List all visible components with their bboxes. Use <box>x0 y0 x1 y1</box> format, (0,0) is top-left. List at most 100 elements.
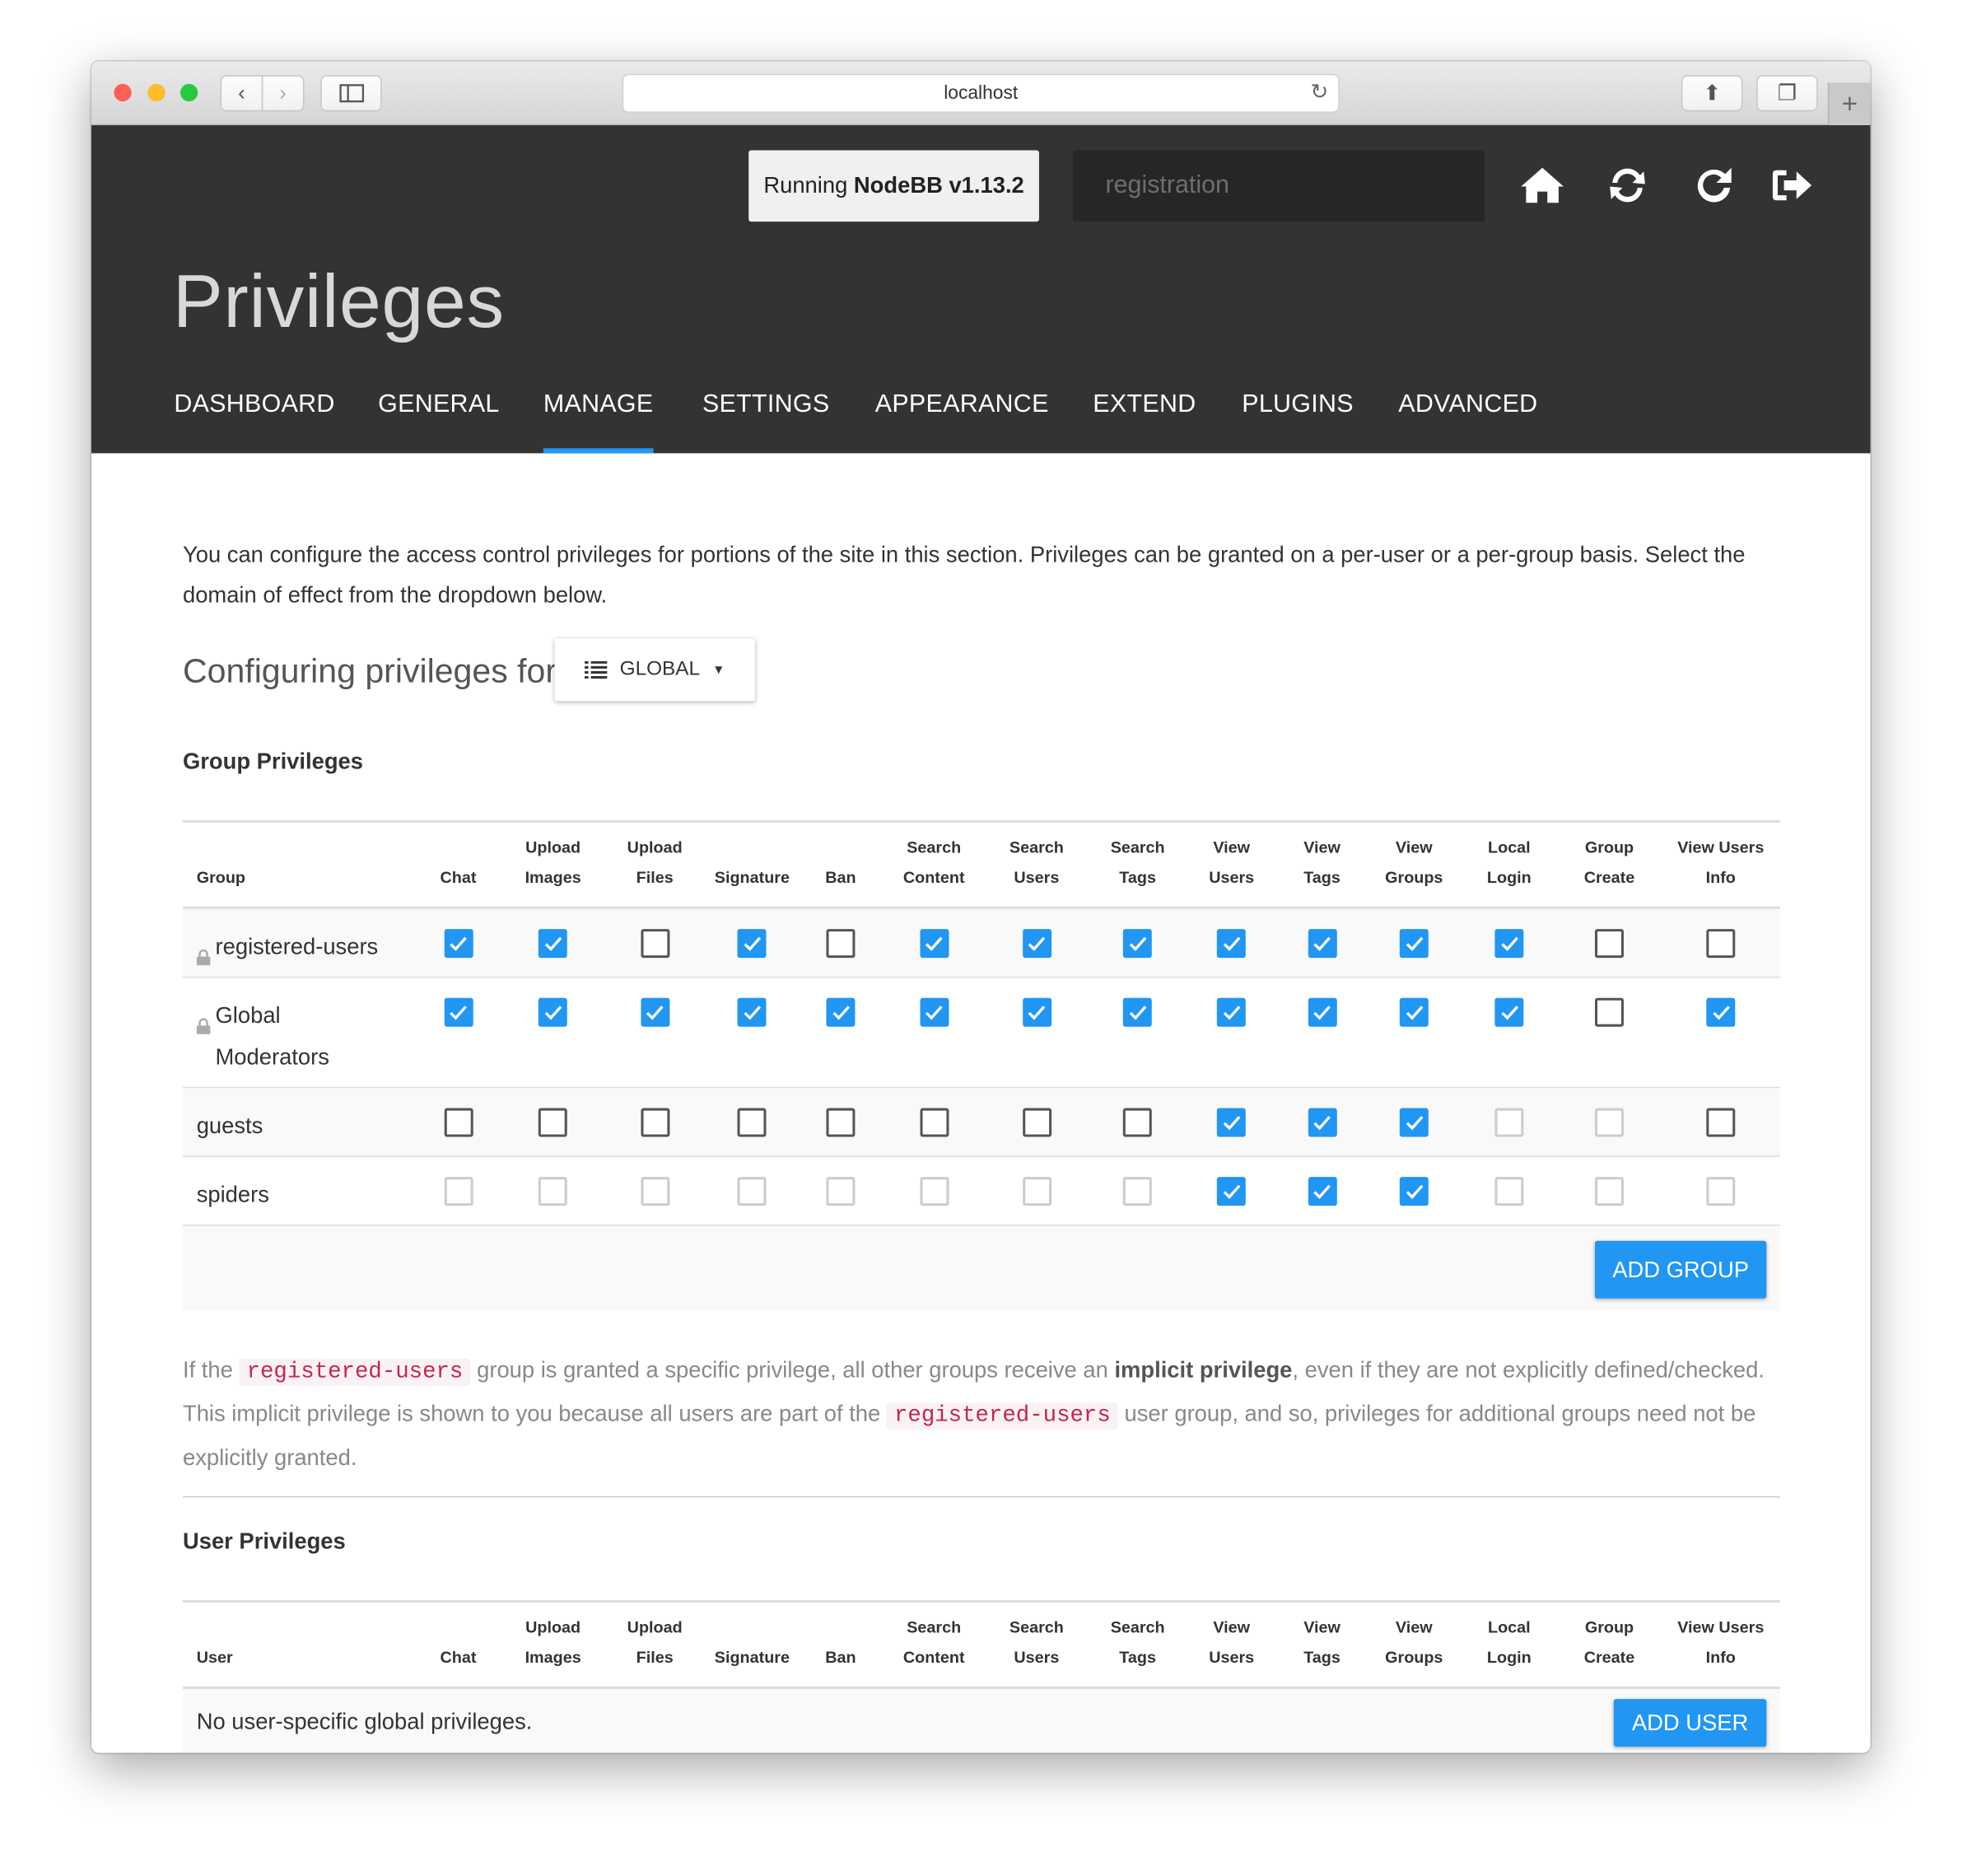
privilege-checkbox[interactable] <box>1217 1108 1247 1137</box>
privilege-checkbox[interactable] <box>1399 1177 1429 1206</box>
privilege-cell <box>797 1088 884 1137</box>
privilege-checkbox[interactable] <box>1217 929 1247 959</box>
group-name[interactable]: Global Moderators <box>216 996 396 1078</box>
close-window-button[interactable] <box>114 83 132 102</box>
sidebar-toggle-button[interactable] <box>320 75 382 112</box>
privilege-checkbox[interactable] <box>919 929 949 959</box>
group-name[interactable]: registered-users <box>216 926 379 968</box>
privilege-checkbox[interactable] <box>1308 1108 1337 1137</box>
privilege-cell <box>984 1157 1089 1206</box>
privilege-checkbox[interactable] <box>1706 1108 1736 1137</box>
privilege-cell <box>1367 909 1461 959</box>
privilege-checkbox[interactable] <box>640 1108 669 1137</box>
privilege-checkbox[interactable] <box>1123 929 1153 959</box>
privilege-checkbox[interactable] <box>1217 1177 1247 1206</box>
privilege-cell <box>1089 978 1187 1027</box>
privilege-cell <box>797 909 884 959</box>
privilege-checkbox[interactable] <box>1706 997 1736 1027</box>
privilege-checkbox[interactable] <box>826 997 856 1027</box>
check-icon <box>544 936 562 951</box>
nav-appearance[interactable]: APPEARANCE <box>875 390 1049 453</box>
column-header: Upload Images <box>503 1612 603 1687</box>
privilege-checkbox[interactable] <box>443 997 473 1027</box>
column-header: Signature <box>706 1612 797 1687</box>
privilege-checkbox[interactable] <box>1494 997 1524 1027</box>
privilege-checkbox[interactable] <box>640 997 669 1027</box>
table-header: Group Chat Upload Images Upload Files Signat… <box>182 819 1781 909</box>
address-bar[interactable]: localhost ↻ <box>622 73 1340 113</box>
privilege-checkbox[interactable] <box>1123 1108 1153 1137</box>
privilege-checkbox[interactable] <box>1308 1177 1337 1206</box>
nav-manage[interactable]: MANAGE <box>543 390 654 454</box>
column-header-line1: View <box>1395 838 1433 856</box>
privilege-cell <box>413 909 503 959</box>
privilege-checkbox[interactable] <box>1494 929 1524 959</box>
privilege-checkbox[interactable] <box>737 1108 767 1137</box>
nav-advanced[interactable]: ADVANCED <box>1398 390 1537 453</box>
privilege-checkbox[interactable] <box>1594 997 1624 1027</box>
privilege-checkbox[interactable] <box>1594 929 1624 959</box>
privilege-checkbox[interactable] <box>1308 929 1337 959</box>
check-icon <box>1129 1005 1147 1020</box>
column-header-line1: Local <box>1488 838 1531 856</box>
privilege-checkbox[interactable] <box>443 1108 473 1137</box>
minimize-window-button[interactable] <box>147 83 166 102</box>
share-button[interactable]: ⬆ <box>1681 75 1743 112</box>
nav-settings[interactable]: SETTINGS <box>702 390 830 453</box>
nav-general[interactable]: GENERAL <box>378 390 499 453</box>
privilege-cell <box>1367 1088 1461 1137</box>
privilege-checkbox[interactable] <box>737 929 767 959</box>
privilege-checkbox[interactable] <box>826 929 856 959</box>
privilege-checkbox[interactable] <box>1399 929 1429 959</box>
privilege-checkbox[interactable] <box>1399 997 1429 1027</box>
privilege-checkbox[interactable] <box>1399 1108 1429 1137</box>
privilege-checkbox[interactable] <box>919 997 949 1027</box>
privilege-checkbox <box>1594 1108 1624 1137</box>
privilege-checkbox[interactable] <box>1022 929 1051 959</box>
privilege-checkbox[interactable] <box>919 1108 949 1137</box>
column-header-line2: Users <box>1209 867 1255 887</box>
privilege-checkbox[interactable] <box>539 1108 568 1137</box>
privilege-checkbox[interactable] <box>443 929 473 959</box>
reload-icon[interactable]: ↻ <box>1310 80 1328 105</box>
add-user-button[interactable]: ADD USER <box>1613 1699 1767 1747</box>
settings-search-input[interactable] <box>1072 150 1485 222</box>
tabs-button[interactable]: ❐ <box>1756 75 1818 112</box>
admin-nav: DASHBOARD GENERAL MANAGE SETTINGS APPEAR… <box>91 376 1870 454</box>
logout-icon[interactable] <box>1766 161 1816 211</box>
column-header: View Groups <box>1367 833 1461 907</box>
back-button[interactable]: ‹ <box>220 75 263 112</box>
group-name[interactable]: spiders <box>197 1174 269 1216</box>
column-header-line1: View <box>1395 1617 1433 1637</box>
refresh-icon[interactable] <box>1602 161 1653 211</box>
privilege-checkbox[interactable] <box>539 929 568 959</box>
privilege-checkbox[interactable] <box>1308 997 1337 1027</box>
nav-dashboard[interactable]: DASHBOARD <box>174 390 334 453</box>
nav-plugins[interactable]: PLUGINS <box>1242 390 1354 453</box>
new-tab-button[interactable]: + <box>1827 82 1871 126</box>
divider <box>182 1496 1781 1498</box>
privilege-checkbox <box>1494 1177 1524 1206</box>
privilege-checkbox[interactable] <box>640 929 669 959</box>
privilege-checkbox[interactable] <box>539 997 568 1027</box>
lock-icon <box>196 1006 211 1034</box>
privilege-checkbox[interactable] <box>1123 997 1153 1027</box>
maximize-window-button[interactable] <box>180 83 198 102</box>
privilege-cell <box>1557 909 1661 959</box>
forward-button[interactable]: › <box>261 75 305 112</box>
privilege-checkbox[interactable] <box>1217 997 1247 1027</box>
privilege-checkbox[interactable] <box>1022 1108 1051 1137</box>
group-name[interactable]: guests <box>197 1106 263 1147</box>
add-group-button[interactable]: ADD GROUP <box>1594 1240 1767 1299</box>
privilege-checkbox[interactable] <box>1022 997 1051 1027</box>
home-icon[interactable] <box>1518 161 1568 211</box>
column-header-line1: View <box>1213 838 1251 856</box>
privilege-checkbox[interactable] <box>1706 929 1736 959</box>
privilege-checkbox[interactable] <box>826 1108 856 1137</box>
restart-icon[interactable] <box>1689 161 1739 211</box>
category-selector-button[interactable]: GLOBAL ▼ <box>554 638 755 702</box>
selected-scope: GLOBAL <box>619 658 700 680</box>
privilege-checkbox[interactable] <box>737 997 767 1027</box>
privilege-cell <box>706 1088 797 1137</box>
nav-extend[interactable]: EXTEND <box>1093 390 1196 453</box>
